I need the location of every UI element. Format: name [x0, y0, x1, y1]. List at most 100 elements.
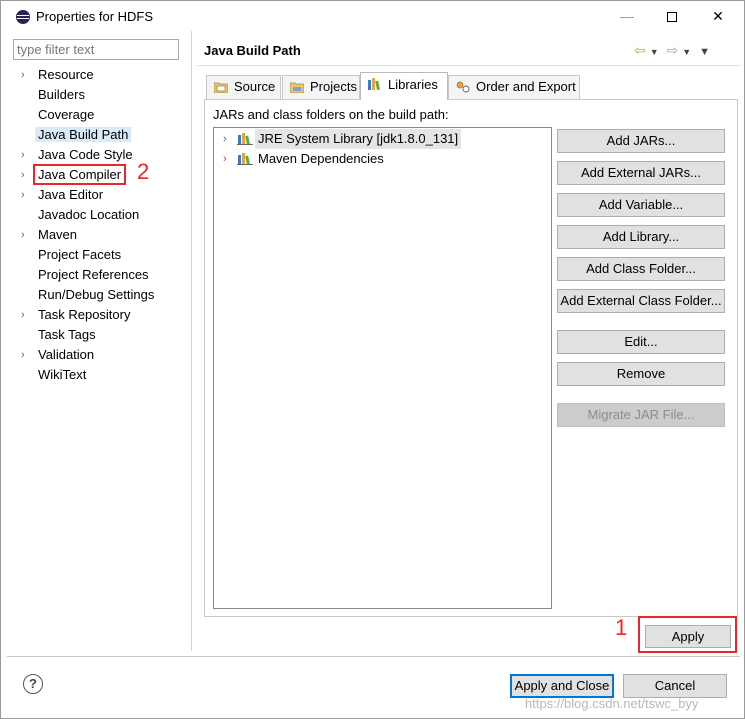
tab-source[interactable]: Source [206, 75, 281, 99]
add-variable-button[interactable]: Add Variable... [557, 193, 725, 217]
add-class-folder-button[interactable]: Add Class Folder... [557, 257, 725, 281]
tree-item-label: Builders [38, 87, 85, 102]
chevron-right-icon[interactable]: › [21, 165, 31, 185]
library-item[interactable]: › Maven Dependencies [214, 149, 454, 169]
annotation-1: 1 [615, 615, 628, 640]
property-page-tree: › Resource Builders Coverage Java Build Path… [6, 65, 191, 385]
libraries-icon [368, 78, 380, 90]
tree-item[interactable]: › Resource [6, 65, 191, 85]
left-panel: › Resource Builders Coverage Java Build Path… [6, 31, 191, 651]
tab-libraries[interactable]: Libraries [360, 72, 448, 100]
build-path-label: JARs and class folders on the build path… [213, 107, 449, 122]
projects-icon [290, 82, 304, 93]
tree-item-label: Maven [38, 227, 78, 242]
chevron-right-icon[interactable]: › [21, 145, 31, 165]
tree-item[interactable]: Task Tags [6, 325, 191, 345]
tree-item[interactable]: Coverage [6, 105, 191, 125]
chevron-right-icon[interactable]: › [21, 225, 31, 245]
forward-dropdown-icon[interactable]: ▼ [682, 41, 691, 63]
page-title: Java Build Path [204, 43, 301, 58]
tree-item-label: Java Editor [38, 187, 104, 202]
tree-item-label: Project References [38, 267, 149, 282]
chevron-right-icon[interactable]: › [21, 65, 31, 85]
chevron-right-icon[interactable]: › [223, 129, 233, 149]
tree-item[interactable]: Project Facets [6, 245, 191, 265]
apply-highlight-box: Apply [638, 616, 737, 653]
tree-item[interactable]: › Validation [6, 345, 191, 365]
tab-libraries-label: Libraries [388, 77, 438, 92]
library-item-label: Maven Dependencies [258, 151, 384, 166]
order-export-icon [456, 81, 470, 93]
filter-input[interactable] [13, 39, 179, 60]
tree-item[interactable]: WikiText [6, 365, 191, 385]
chevron-right-icon[interactable]: › [21, 305, 31, 325]
maximize-button[interactable] [649, 1, 695, 31]
window-title: Properties for HDFS [36, 9, 154, 24]
add-external-class-folder-button[interactable]: Add External Class Folder... [557, 289, 725, 313]
tree-item-label: Java Build Path [35, 127, 132, 142]
title-bar: Properties for HDFS — ✕ [1, 1, 744, 31]
tree-item-label: Project Facets [38, 247, 122, 262]
migrate-jar-button[interactable]: Migrate JAR File... [557, 403, 725, 427]
header-separator [197, 65, 741, 66]
close-button[interactable]: ✕ [695, 1, 741, 31]
library-icon [237, 153, 253, 165]
tab-order-and-export[interactable]: Order and Export [448, 75, 580, 99]
tree-item[interactable]: › Java Code Style [6, 145, 191, 165]
cancel-button[interactable]: Cancel [623, 674, 727, 698]
chevron-right-icon[interactable]: › [21, 185, 31, 205]
watermark: https://blog.csdn.net/tswc_byy [525, 696, 699, 711]
forward-arrow-icon[interactable]: ⇨ [667, 39, 679, 61]
tree-item-label: Run/Debug Settings [38, 287, 155, 302]
source-folder-icon [214, 82, 228, 93]
tab-projects-label: Projects [310, 79, 357, 94]
libraries-tab-panel: JARs and class folders on the build path… [204, 99, 738, 617]
tree-item-label: Javadoc Location [38, 207, 140, 222]
minimize-button[interactable]: — [604, 1, 650, 31]
tree-item-label: Java Compiler [32, 164, 127, 185]
panel-divider[interactable] [191, 31, 192, 651]
history-navigation: ⇦ ▼ ⇨ ▼ ▼ [634, 39, 714, 61]
libraries-tree[interactable]: › JRE System Library [jdk1.8.0_131] › Ma… [213, 127, 552, 609]
add-library-button[interactable]: Add Library... [557, 225, 725, 249]
tree-item-label: Task Repository [38, 307, 131, 322]
library-item[interactable]: › JRE System Library [jdk1.8.0_131] [214, 129, 462, 149]
tree-item[interactable]: › Maven [6, 225, 191, 245]
annotation-2: 2 [137, 159, 150, 184]
help-icon[interactable]: ? [23, 674, 43, 694]
back-dropdown-icon[interactable]: ▼ [650, 41, 659, 63]
remove-button[interactable]: Remove [557, 362, 725, 386]
view-menu-icon[interactable]: ▼ [699, 41, 710, 63]
tree-item[interactable]: Run/Debug Settings [6, 285, 191, 305]
apply-button[interactable]: Apply [645, 625, 731, 648]
library-item-label: JRE System Library [jdk1.8.0_131] [255, 129, 462, 149]
edit-button[interactable]: Edit... [557, 330, 725, 354]
chevron-right-icon[interactable]: › [21, 345, 31, 365]
tree-item[interactable]: Project References [6, 265, 191, 285]
tree-item-label: Java Code Style [38, 147, 133, 162]
footer-separator [7, 656, 740, 657]
properties-dialog: Properties for HDFS — ✕ › Resource Builder… [0, 0, 745, 719]
back-arrow-icon[interactable]: ⇦ [634, 39, 646, 61]
apply-and-close-button[interactable]: Apply and Close [510, 674, 614, 698]
tree-item-label: Task Tags [38, 327, 96, 342]
tree-item-label: Validation [38, 347, 95, 362]
library-icon [237, 133, 253, 145]
tab-source-label: Source [234, 79, 276, 94]
tab-order-and-export-label: Order and Export [476, 79, 576, 94]
tree-item[interactable]: Javadoc Location [6, 205, 191, 225]
tree-item[interactable]: Builders [6, 85, 191, 105]
tree-item-label: WikiText [38, 367, 87, 382]
tab-projects[interactable]: Projects [282, 75, 360, 99]
tree-item-label: Resource [38, 67, 94, 82]
tree-item[interactable]: › Java Editor [6, 185, 191, 205]
tree-item[interactable]: Java Build Path [6, 125, 191, 145]
add-jars-button[interactable]: Add JARs... [557, 129, 725, 153]
tree-item[interactable]: › Java Compiler [6, 164, 191, 185]
tree-item-label: Coverage [38, 107, 95, 122]
maximize-icon [667, 12, 677, 23]
chevron-right-icon[interactable]: › [223, 149, 233, 169]
tree-item[interactable]: › Task Repository [6, 305, 191, 325]
add-external-jars-button[interactable]: Add External JARs... [557, 161, 725, 185]
eclipse-icon [16, 10, 30, 24]
